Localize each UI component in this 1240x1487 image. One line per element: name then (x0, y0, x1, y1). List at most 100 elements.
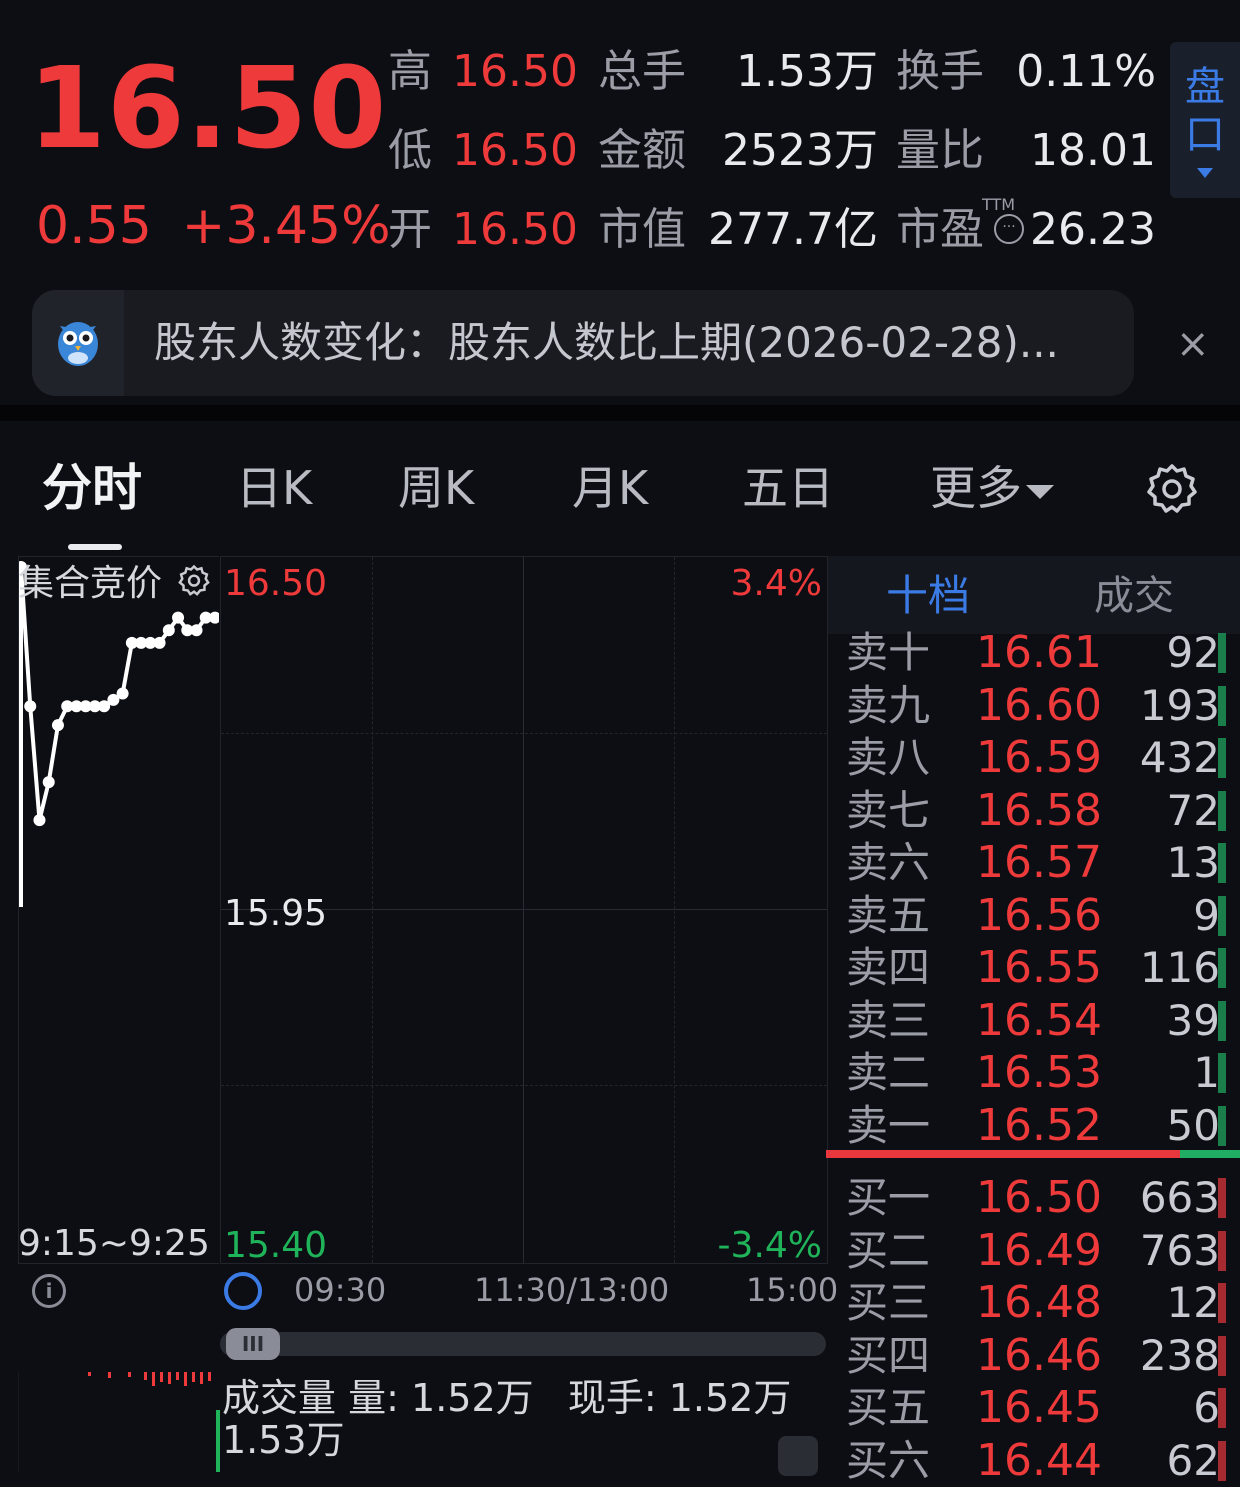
auction-price-point (209, 611, 219, 624)
more-dots-icon[interactable]: ··· (994, 214, 1024, 244)
bid-level-volume: 62 (1166, 1435, 1220, 1485)
change-amount: 0.55 (36, 196, 152, 256)
ask-level-row[interactable]: 卖九 16.60 193 (846, 680, 1226, 732)
auction-volume-bars (17, 1372, 211, 1472)
tab-intraday[interactable]: 分时 (42, 458, 142, 518)
ask-level-volume: 1 (1193, 1048, 1220, 1097)
bid-volume-bar (1218, 1178, 1226, 1218)
tab-five-day[interactable]: 五日 (742, 458, 834, 518)
owl-mascot-icon (32, 290, 124, 396)
auction-price-point (153, 636, 166, 649)
ask-level-row[interactable]: 卖三 16.54 39 (846, 995, 1226, 1047)
orderbook-divider-green (1180, 1150, 1240, 1158)
tab-weekly-k[interactable]: 周K (398, 458, 474, 518)
price-change: 0.55 +3.45% (36, 196, 391, 256)
bid-level-label: 买一 (846, 1173, 931, 1222)
ask-volume-bar (1218, 1053, 1226, 1093)
volume-toggle-button[interactable] (778, 1436, 818, 1476)
ask-level-row[interactable]: 卖十 16.61 92 (846, 627, 1226, 679)
info-icon[interactable]: i (32, 1274, 66, 1308)
ask-level-volume: 432 (1139, 733, 1220, 782)
ask-level-row[interactable]: 卖一 16.52 50 (846, 1100, 1226, 1152)
ask-level-price: 16.55 (976, 942, 1102, 993)
ask-volume-bar (1218, 738, 1226, 778)
ask-level-volume: 39 (1166, 995, 1220, 1045)
auction-line-chart (19, 561, 219, 907)
volume-qty-label: 量: (348, 1376, 399, 1420)
ask-volume-bar (1218, 633, 1226, 673)
bid-level-row[interactable]: 买一 16.50 663 (846, 1172, 1226, 1224)
volume-value: 1.53万 (736, 46, 878, 97)
time-tick-close: 15:00 (746, 1271, 839, 1309)
bid-level-label: 买三 (846, 1278, 931, 1327)
volume-title: 成交量 (222, 1376, 337, 1420)
section-divider (0, 405, 1240, 421)
settings-gear-icon[interactable] (178, 564, 210, 596)
pct-axis-bottom: -3.4% (717, 1225, 822, 1266)
current-hand-value: 1.52万 (668, 1376, 792, 1420)
ask-level-volume: 193 (1139, 680, 1220, 730)
bid-level-row[interactable]: 买六 16.44 62 (846, 1435, 1226, 1487)
ask-level-row[interactable]: 卖二 16.53 1 (846, 1047, 1226, 1099)
ask-level-label: 卖四 (846, 943, 931, 992)
market-cap-label: 市值 (598, 204, 686, 255)
tab-ten-levels[interactable]: 十档 (886, 570, 970, 622)
bid-level-row[interactable]: 买三 16.48 12 (846, 1277, 1226, 1329)
notice-text: 股东人数变化：股东人数比上期(2026-02-28)... (154, 318, 1059, 367)
auction-price-point (190, 624, 203, 637)
active-tab-indicator (68, 544, 122, 550)
bid-level-label: 买五 (846, 1383, 931, 1432)
last-price: 16.50 (28, 44, 388, 174)
tab-more-label: 更多 (930, 461, 1022, 515)
price-axis-bottom: 15.40 (224, 1225, 328, 1266)
tab-trades[interactable]: 成交 (1094, 570, 1174, 622)
ask-level-price: 16.52 (976, 1099, 1102, 1151)
high-label: 高 (388, 46, 432, 97)
bid-level-label: 买四 (846, 1330, 931, 1380)
high-value: 16.50 (452, 46, 578, 97)
ask-level-volume: 116 (1139, 943, 1220, 992)
ask-volume-bar (1218, 790, 1226, 831)
ask-level-row[interactable]: 卖六 16.57 13 (846, 837, 1226, 889)
ask-level-volume: 13 (1166, 838, 1220, 887)
tab-daily-k[interactable]: 日K (236, 458, 312, 518)
volume-qty: 1.52万 (411, 1376, 534, 1420)
pankou-button[interactable]: 盘 口 (1170, 42, 1240, 198)
bid-level-row[interactable]: 买四 16.46 238 (846, 1330, 1226, 1382)
scrollbar-handle[interactable]: III (226, 1328, 280, 1360)
ask-level-row[interactable]: 卖五 16.56 9 (846, 890, 1226, 942)
low-label: 低 (388, 125, 432, 176)
pankou-label-2: 口 (1185, 112, 1225, 158)
ask-level-price: 16.53 (976, 1047, 1102, 1098)
close-icon[interactable]: × (1176, 320, 1210, 368)
bid-level-price: 16.45 (976, 1382, 1102, 1433)
gear-icon[interactable] (1146, 462, 1198, 514)
tab-monthly-k[interactable]: 月K (572, 458, 648, 518)
time-marker-circle-icon[interactable] (224, 1272, 262, 1310)
bid-level-label: 买二 (846, 1225, 931, 1275)
tab-more[interactable]: 更多 (930, 458, 1054, 518)
chart-scrollbar[interactable] (220, 1332, 826, 1356)
ask-level-label: 卖十 (846, 628, 931, 677)
ask-level-price: 16.61 (976, 627, 1102, 678)
turnover-value: 0.11% (1016, 46, 1156, 97)
ask-level-row[interactable]: 卖八 16.59 432 (846, 732, 1226, 784)
volume-legend: 成交量 量: 1.52万 现手: 1.52万 (222, 1376, 791, 1420)
auction-title: 集合竞价 (18, 563, 163, 604)
ask-level-row[interactable]: 卖七 16.58 72 (846, 785, 1226, 837)
notice-banner[interactable]: 股东人数变化：股东人数比上期(2026-02-28)... (32, 290, 1134, 396)
bid-level-row[interactable]: 买二 16.49 763 (846, 1225, 1226, 1277)
ask-level-label: 卖九 (846, 680, 931, 730)
price-axis-mid: 15.95 (224, 893, 328, 934)
volume-bar (216, 1410, 220, 1472)
low-value: 16.50 (452, 125, 578, 176)
turnover-label: 换手 (896, 46, 984, 97)
ask-volume-bar (1218, 1105, 1226, 1146)
ask-level-label: 卖八 (846, 733, 931, 782)
bid-level-row[interactable]: 买五 16.45 6 (846, 1382, 1226, 1434)
ask-level-row[interactable]: 卖四 16.55 116 (846, 942, 1226, 994)
bid-level-volume: 12 (1166, 1278, 1220, 1327)
open-value: 16.50 (452, 204, 578, 255)
ask-level-price: 16.57 (976, 837, 1102, 888)
ask-volume-bar (1218, 895, 1226, 936)
